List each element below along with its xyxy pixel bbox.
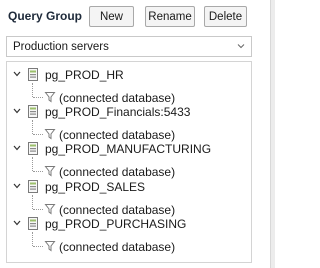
query-group-select[interactable]: Production servers — [6, 36, 252, 57]
server-tree: pg_PROD_HR (connected database) pg_PROD_… — [6, 61, 252, 263]
delete-button[interactable]: Delete — [204, 6, 247, 27]
database-icon — [28, 142, 38, 155]
filter-icon — [44, 129, 56, 140]
server-node-label[interactable]: pg_PROD_HR — [45, 68, 124, 82]
query-group-select-value: Production servers — [13, 40, 109, 53]
database-icon — [28, 180, 38, 193]
connected-database-label[interactable]: (connected database) — [59, 203, 175, 217]
connected-database-label[interactable]: (connected database) — [59, 165, 175, 179]
database-icon — [28, 68, 38, 81]
chevron-down-icon[interactable] — [12, 218, 22, 228]
filter-icon — [44, 92, 56, 103]
server-node-label[interactable]: pg_PROD_MANUFACTURING — [45, 142, 211, 156]
filter-icon — [44, 241, 56, 252]
chevron-down-icon[interactable] — [12, 69, 22, 79]
filter-icon — [44, 204, 56, 215]
chevron-down-icon — [237, 44, 245, 49]
chevron-down-icon[interactable] — [12, 106, 22, 116]
chevron-down-icon[interactable] — [12, 143, 22, 153]
connected-database-label[interactable]: (connected database) — [59, 240, 175, 254]
rename-button[interactable]: Rename — [145, 6, 195, 27]
server-node-label[interactable]: pg_PROD_PURCHASING — [45, 217, 186, 231]
database-icon — [28, 217, 38, 230]
server-node-label[interactable]: pg_PROD_SALES — [45, 180, 145, 194]
server-node-label[interactable]: pg_PROD_Financials:5433 — [45, 105, 190, 119]
new-button[interactable]: New — [89, 6, 134, 27]
connected-database-label[interactable]: (connected database) — [59, 91, 175, 105]
filter-icon — [44, 166, 56, 177]
panel-splitter[interactable] — [270, 0, 275, 268]
chevron-down-icon[interactable] — [12, 181, 22, 191]
query-group-header: Query Group New Rename Delete — [0, 0, 275, 32]
connected-database-label[interactable]: (connected database) — [59, 128, 175, 142]
database-icon — [28, 105, 38, 118]
panel-title: Query Group — [8, 9, 83, 23]
